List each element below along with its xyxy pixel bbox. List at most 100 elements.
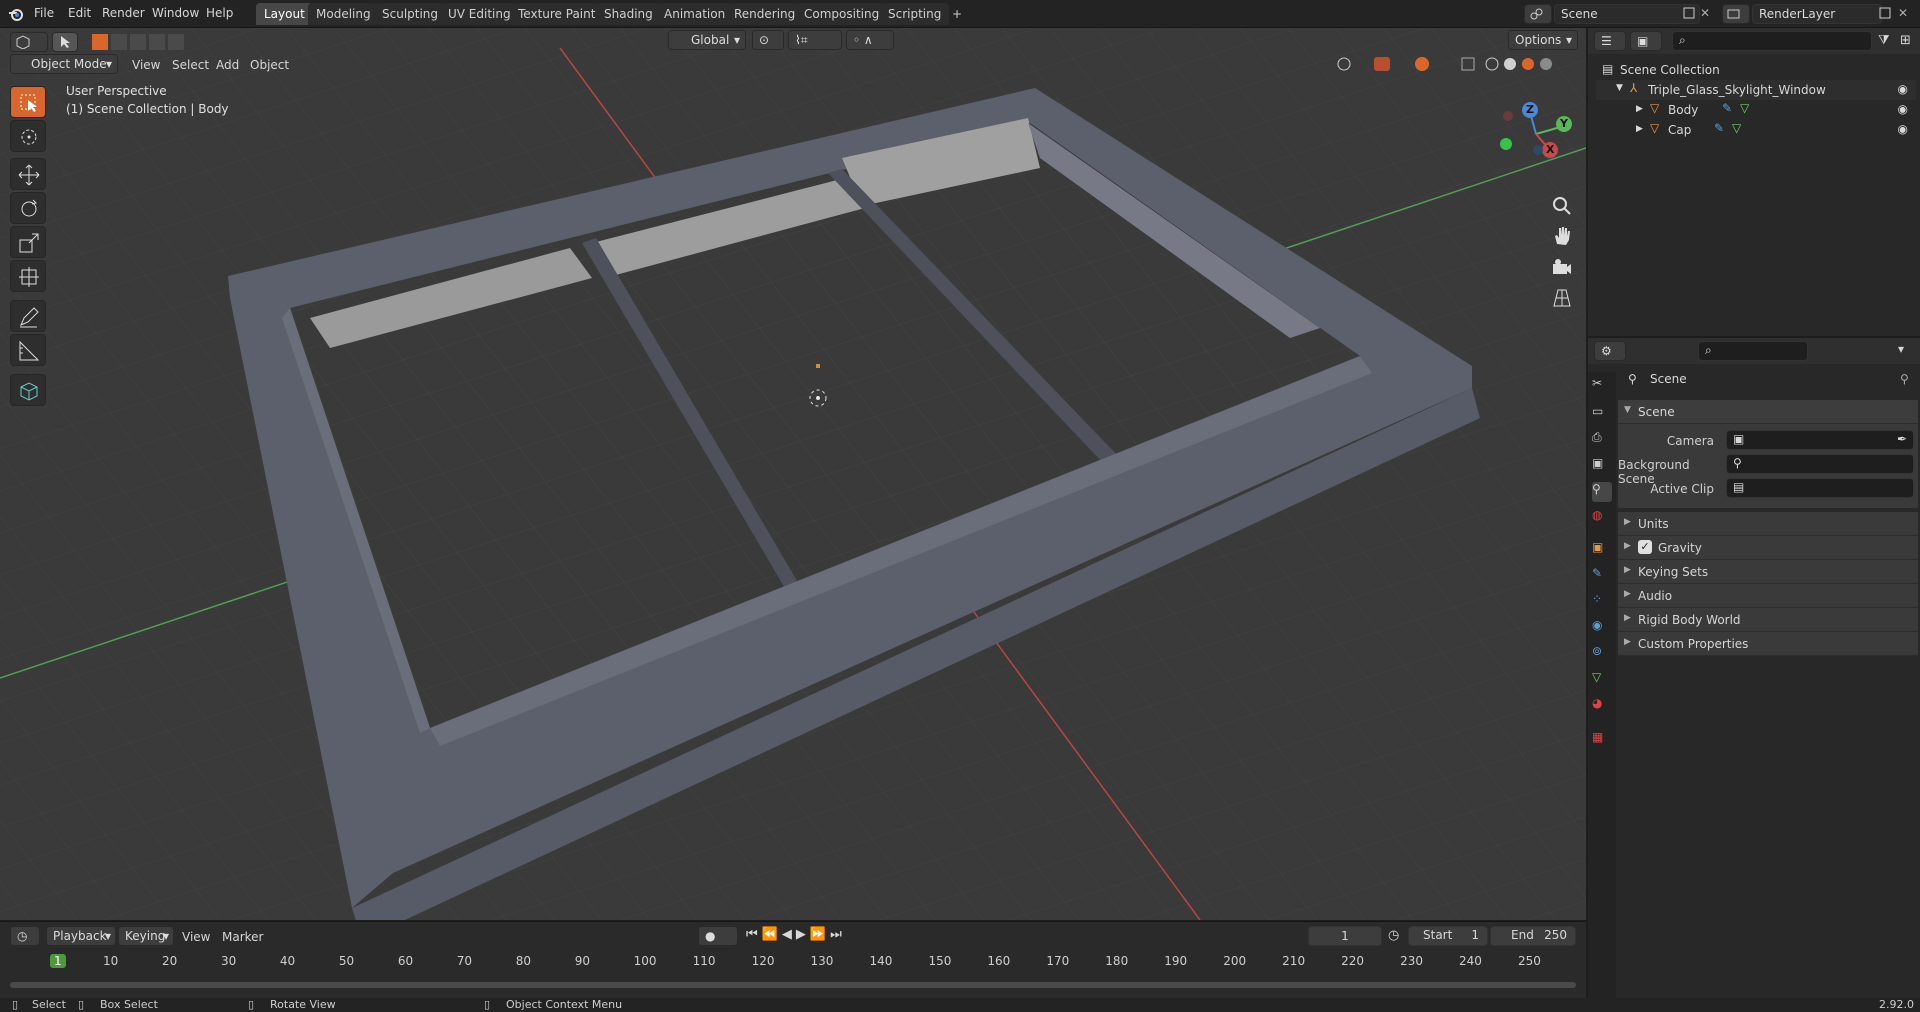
menu-help[interactable]: Help: [206, 6, 233, 20]
camera-view-button[interactable]: [1550, 256, 1574, 280]
units-panel-header[interactable]: ▶ Units: [1618, 512, 1918, 536]
material-tab-icon[interactable]: ◕: [1592, 696, 1612, 716]
object-mode-dropdown[interactable]: Object Mode ▾: [10, 54, 118, 74]
tab-layout[interactable]: Layout: [256, 3, 313, 25]
scene-selector-button[interactable]: [1524, 4, 1552, 24]
snap-button[interactable]: ⌇⌗: [788, 30, 842, 50]
pin-icon[interactable]: ⚲: [1900, 372, 1909, 386]
tool-annotate[interactable]: [10, 300, 46, 332]
tab-scripting[interactable]: Scripting: [880, 3, 950, 25]
menu-edit[interactable]: Edit: [68, 6, 91, 20]
timeline-scrollbar[interactable]: [10, 982, 1576, 988]
texture-tab-icon[interactable]: ▦: [1592, 730, 1612, 750]
object-data-tab-icon[interactable]: ▽: [1592, 670, 1612, 690]
object-tab-icon[interactable]: ▣: [1592, 540, 1612, 560]
expand-arrow-icon[interactable]: ▼: [1616, 83, 1623, 93]
new-scene-icon[interactable]: [1682, 6, 1696, 20]
tab-compositing[interactable]: Compositing: [796, 3, 888, 25]
camera-field[interactable]: ▣ ✒: [1726, 430, 1914, 450]
tool-select-box[interactable]: [10, 86, 46, 118]
tab-uv-editing[interactable]: UV Editing: [440, 3, 519, 25]
3d-viewport[interactable]: Object Mode ▾ View Select Add Object Glo…: [0, 28, 1586, 920]
outliner-item-body[interactable]: ▶ ▽ Body ✎ ▽ ◉: [1596, 100, 1916, 120]
scene-section-header[interactable]: ▼ Scene: [1618, 400, 1918, 424]
viewport-shading-controls[interactable]: [1330, 54, 1580, 74]
options-dropdown[interactable]: Options ▾: [1508, 30, 1578, 50]
viewport-scene[interactable]: [0, 28, 1586, 920]
render-tab-icon[interactable]: ▭: [1592, 404, 1612, 424]
gravity-panel-header[interactable]: ▶ ✓ Gravity: [1618, 536, 1918, 560]
tool-rotate[interactable]: [10, 192, 46, 224]
new-collection-icon[interactable]: ⊞: [1900, 33, 1911, 48]
scene-name-field[interactable]: Scene: [1554, 4, 1700, 24]
filter-icon[interactable]: ⧩: [1878, 33, 1890, 48]
physics-tab-icon[interactable]: ◉: [1592, 618, 1612, 638]
tab-texture-paint[interactable]: Texture Paint: [510, 3, 604, 25]
properties-search-input[interactable]: ⌕: [1698, 341, 1808, 361]
modifiers-tab-icon[interactable]: ✎: [1592, 566, 1612, 586]
select-tool-button[interactable]: [52, 32, 78, 52]
tab-animation[interactable]: Animation: [656, 3, 734, 25]
world-tab-icon[interactable]: ◍: [1592, 508, 1612, 528]
eye-icon[interactable]: ◉: [1898, 82, 1908, 96]
menu-file[interactable]: File: [34, 6, 54, 20]
close-scene-icon[interactable]: ✕: [1700, 6, 1714, 20]
view-layer-field[interactable]: RenderLayer: [1752, 4, 1882, 24]
navigation-gizmo[interactable]: Z Y X: [1496, 94, 1576, 182]
rigid-body-world-panel-header[interactable]: ▶ Rigid Body World: [1618, 608, 1918, 632]
vp-menu-view[interactable]: View: [132, 58, 160, 72]
properties-editor-type[interactable]: ⚙: [1594, 341, 1626, 361]
tool-move[interactable]: [10, 158, 46, 190]
tab-rendering[interactable]: Rendering: [726, 3, 804, 25]
collapse-arrow-icon[interactable]: ▶: [1636, 124, 1643, 134]
chevron-down-icon[interactable]: ▾: [1898, 342, 1904, 356]
background-scene-field[interactable]: ⚲: [1726, 454, 1914, 474]
tool-add-cube[interactable]: [10, 374, 46, 406]
view-layer-tab-icon[interactable]: ▣: [1592, 456, 1612, 476]
tool-measure[interactable]: [10, 334, 46, 366]
outliner-editor-type[interactable]: ☰: [1594, 31, 1626, 51]
constraints-tab-icon[interactable]: ⊚: [1592, 644, 1612, 664]
tab-sculpting[interactable]: Sculpting: [374, 3, 447, 25]
tool-settings-tab-icon[interactable]: ✂: [1592, 376, 1612, 396]
menu-window[interactable]: Window: [152, 6, 199, 20]
tool-cursor[interactable]: [10, 120, 46, 152]
eye-icon[interactable]: ◉: [1898, 102, 1908, 116]
pan-view-button[interactable]: [1550, 224, 1574, 248]
close-view-layer-icon[interactable]: ✕: [1898, 6, 1912, 20]
display-mode-button[interactable]: ▣: [1630, 31, 1662, 51]
keying-sets-panel-header[interactable]: ▶ Keying Sets: [1618, 560, 1918, 584]
ortho-toggle-button[interactable]: [1550, 286, 1574, 310]
active-clip-field[interactable]: ▤: [1726, 478, 1914, 498]
outliner-item-cap[interactable]: ▶ ▽ Cap ✎ ▽ ◉: [1596, 120, 1916, 140]
eye-icon[interactable]: ◉: [1898, 122, 1908, 136]
tool-transform[interactable]: [10, 260, 46, 292]
particles-tab-icon[interactable]: ⁘: [1592, 592, 1612, 612]
editor-type-button[interactable]: [10, 32, 48, 52]
eyedropper-icon[interactable]: ✒: [1897, 432, 1907, 446]
menu-render[interactable]: Render: [102, 6, 145, 20]
custom-properties-panel-header[interactable]: ▶ Custom Properties: [1618, 632, 1918, 656]
transform-orientation-dropdown[interactable]: Global ▾: [668, 30, 746, 50]
vp-menu-add[interactable]: Add: [216, 58, 239, 72]
vp-menu-object[interactable]: Object: [250, 58, 289, 72]
scene-tab-icon[interactable]: ⚲: [1592, 482, 1612, 502]
audio-panel-header[interactable]: ▶ Audio: [1618, 584, 1918, 608]
outliner-scene-collection[interactable]: ▤ Scene Collection: [1596, 60, 1916, 80]
selection-mode-buttons[interactable]: [92, 33, 184, 51]
tab-shading[interactable]: Shading: [596, 3, 661, 25]
pivot-point-button[interactable]: ⊙: [752, 30, 784, 50]
gravity-checkbox[interactable]: ✓: [1638, 540, 1652, 554]
new-view-layer-icon[interactable]: [1878, 6, 1892, 20]
outliner-search-input[interactable]: ⌕: [1672, 31, 1872, 51]
collapse-arrow-icon[interactable]: ▶: [1636, 104, 1643, 114]
blender-logo-icon[interactable]: [8, 6, 24, 22]
output-tab-icon[interactable]: ⎙: [1592, 430, 1612, 450]
tab-modeling[interactable]: Modeling: [308, 3, 379, 25]
vp-menu-select[interactable]: Select: [172, 58, 209, 72]
outliner-item-window[interactable]: ▼ ⅄ Triple_Glass_Skylight_Window ◉: [1596, 80, 1916, 100]
add-workspace-button[interactable]: +: [944, 3, 970, 25]
view-layer-selector-button[interactable]: [1722, 4, 1750, 24]
tool-scale[interactable]: [10, 226, 46, 258]
proportional-edit-button[interactable]: ◦ ∧: [846, 30, 894, 50]
